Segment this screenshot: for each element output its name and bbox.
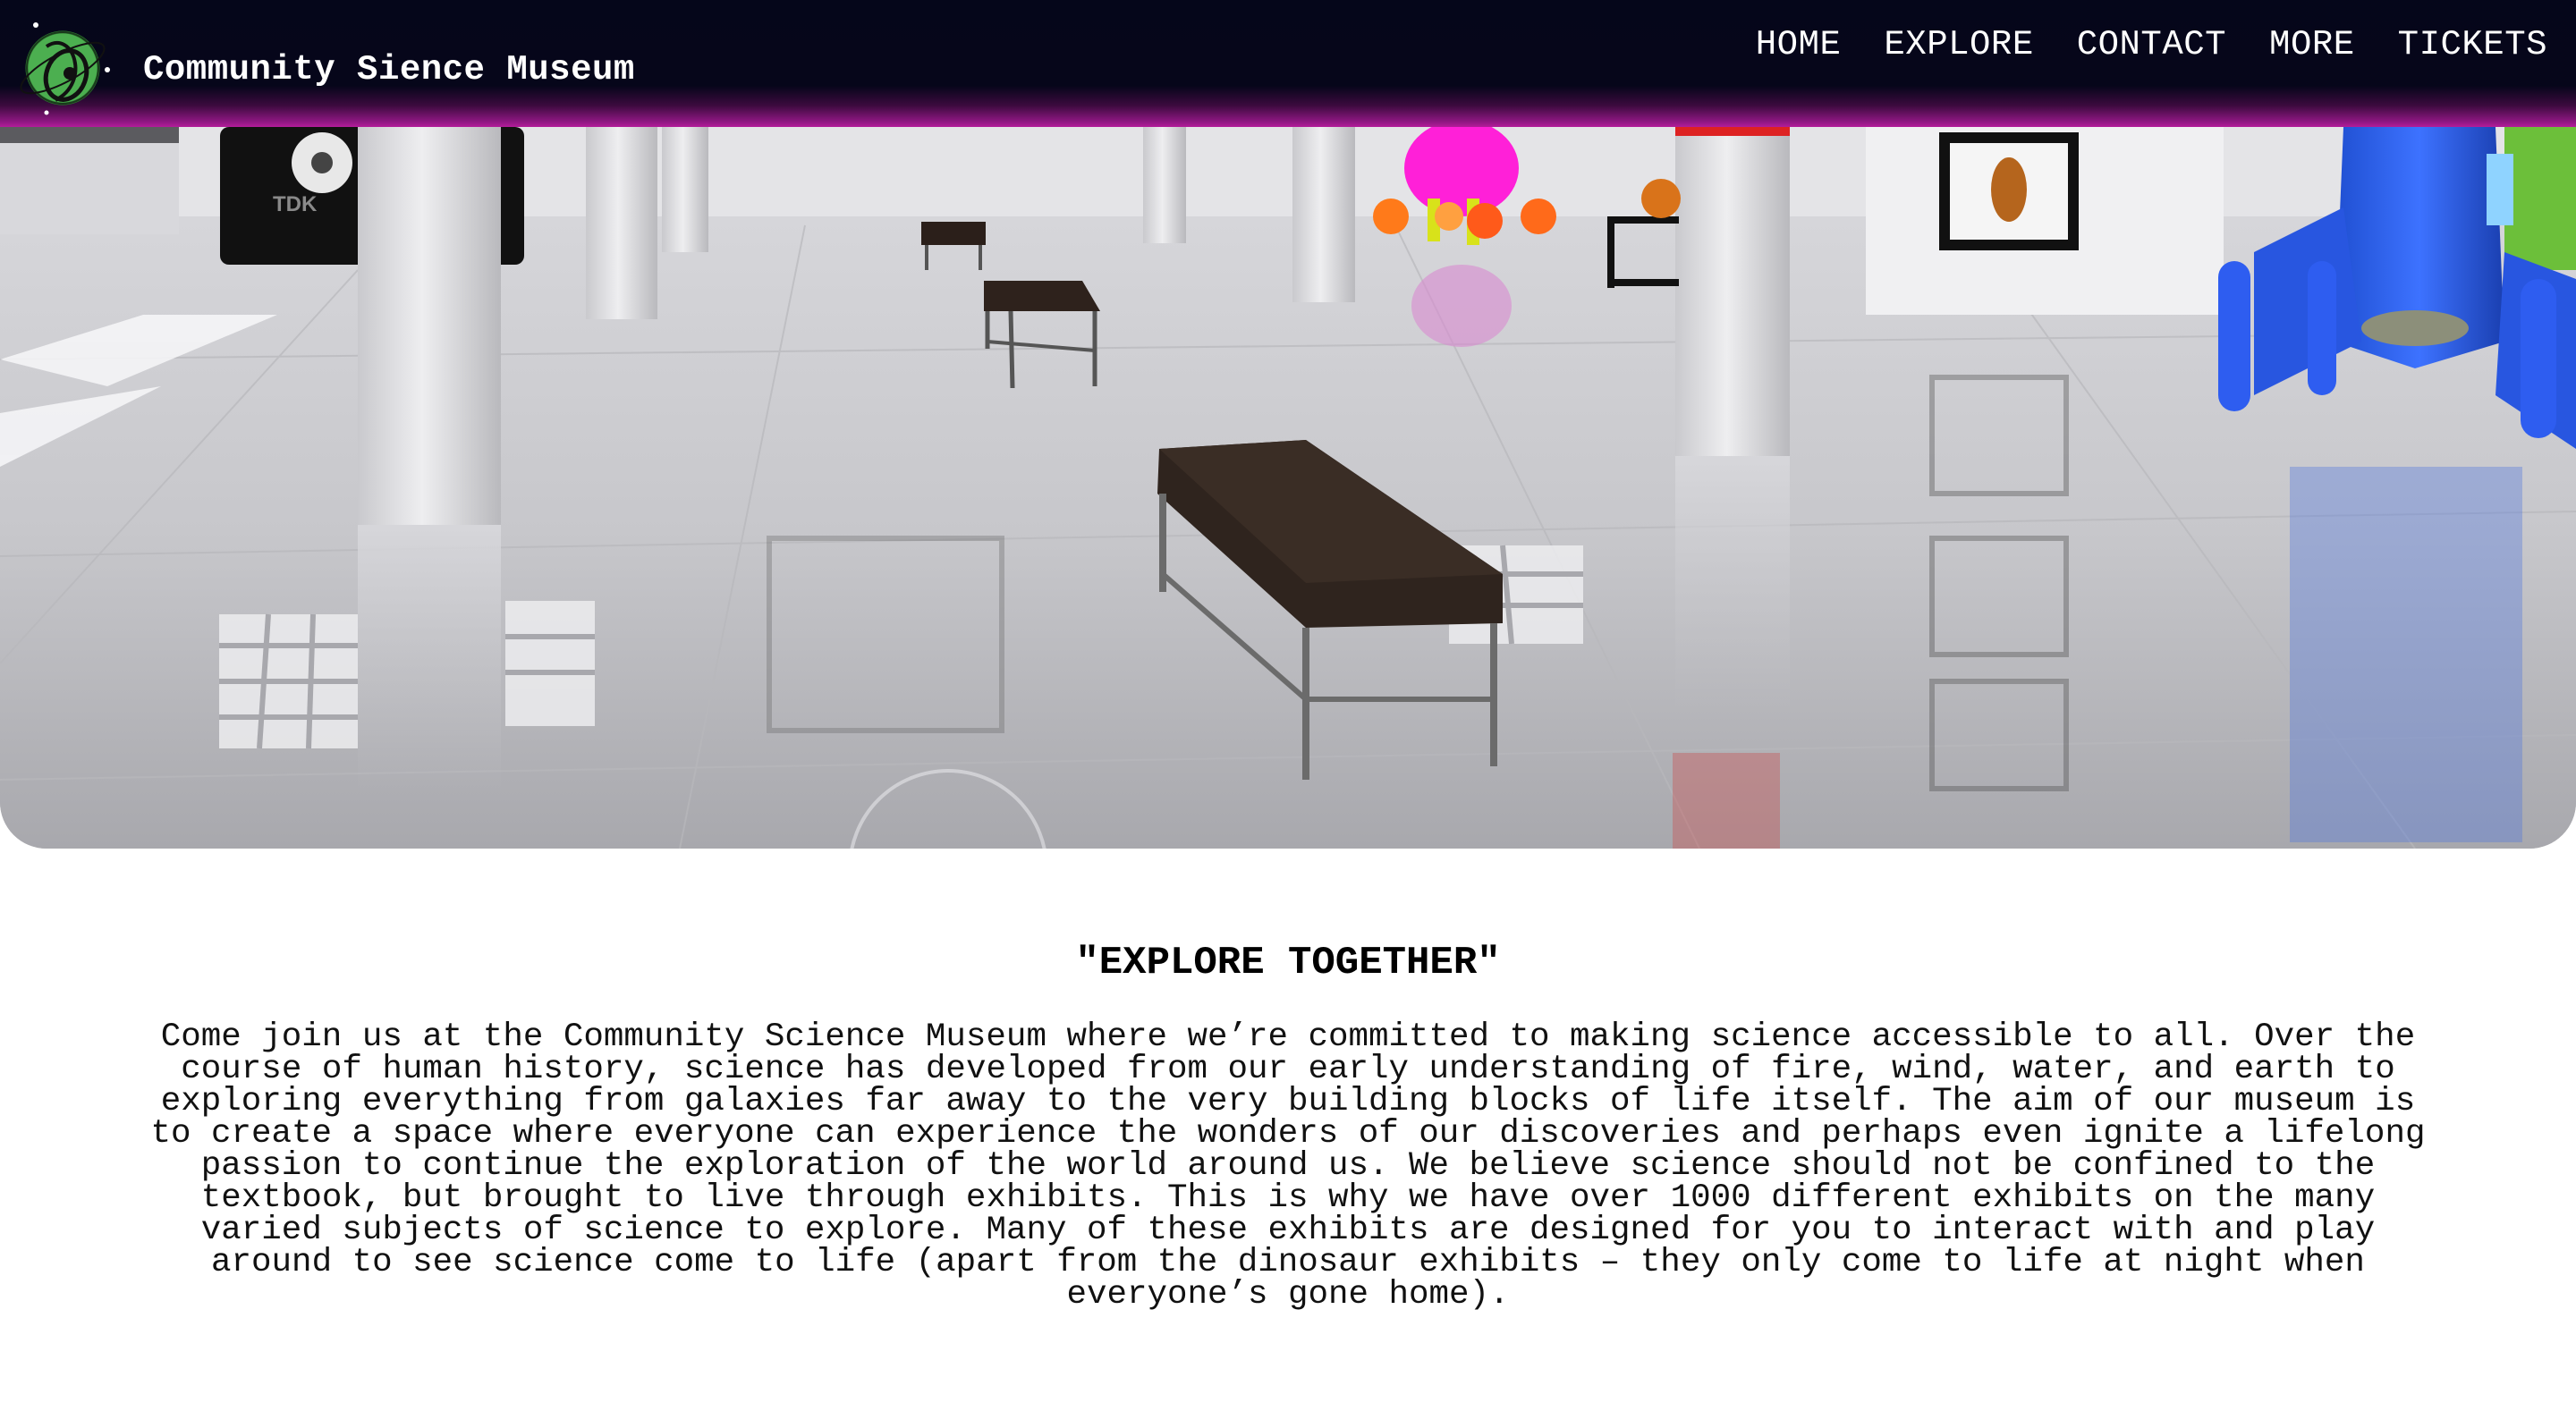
museum-hall-illustration: TDK bbox=[0, 127, 2576, 849]
nav-contact[interactable]: CONTACT bbox=[2077, 25, 2226, 64]
nav-more[interactable]: MORE bbox=[2269, 25, 2355, 64]
atom-logo-icon[interactable] bbox=[20, 20, 113, 116]
section-heading: "EXPLORE TOGETHER" bbox=[1075, 941, 1501, 985]
site-header: Community Sience Museum HOME EXPLORE CON… bbox=[0, 0, 2576, 127]
intro-paragraph: Come join us at the Community Science Mu… bbox=[150, 1018, 2426, 1314]
main-nav: HOME EXPLORE CONTACT MORE TICKETS bbox=[1756, 25, 2547, 64]
nav-tickets[interactable]: TICKETS bbox=[2398, 25, 2547, 64]
cassette-label: TDK bbox=[273, 192, 318, 216]
nav-explore[interactable]: EXPLORE bbox=[1884, 25, 2033, 64]
site-title[interactable]: Community Sience Museum bbox=[143, 50, 635, 89]
nav-home[interactable]: HOME bbox=[1756, 25, 1842, 64]
hero-image: TDK bbox=[0, 127, 2576, 849]
